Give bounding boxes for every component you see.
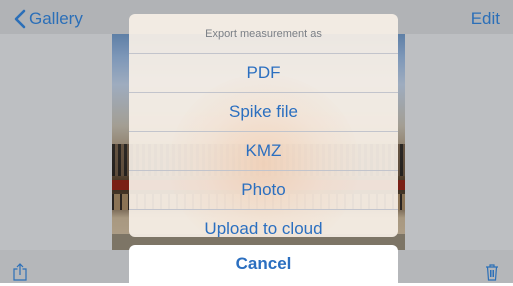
export-pdf-button[interactable]: PDF	[129, 53, 398, 92]
export-photo-button[interactable]: Photo	[129, 170, 398, 209]
chevron-left-icon	[14, 9, 26, 29]
action-sheet-title: Export measurement as	[205, 27, 322, 40]
export-kmz-button[interactable]: KMZ	[129, 131, 398, 170]
export-spike-file-button[interactable]: Spike file	[129, 92, 398, 131]
export-action-sheet: Export measurement as PDF Spike file KMZ…	[129, 14, 398, 237]
cancel-button[interactable]: Cancel	[129, 245, 398, 283]
upload-to-cloud-button[interactable]: Upload to cloud	[129, 209, 398, 237]
back-to-gallery-button[interactable]: Gallery	[14, 8, 83, 30]
edit-button[interactable]: Edit	[471, 9, 500, 29]
back-button-label: Gallery	[29, 9, 83, 28]
